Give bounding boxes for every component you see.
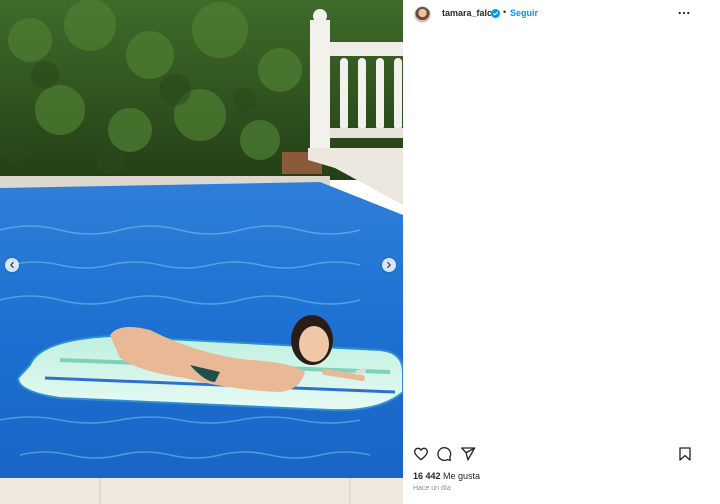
likes-label: Me gusta — [443, 471, 481, 481]
verified-badge-icon — [491, 9, 500, 18]
previous-image-button[interactable] — [5, 258, 19, 272]
username-link[interactable]: tamara_falco — [442, 8, 498, 18]
more-options-button[interactable] — [677, 6, 691, 20]
post-side-panel: tamara_falco • Seguir 16 442 Me gusta Ha… — [403, 0, 720, 504]
post-timestamp[interactable]: Hace un día — [413, 485, 451, 492]
follow-button[interactable]: Seguir — [510, 8, 538, 18]
next-image-button[interactable] — [382, 258, 396, 272]
bookmark-icon — [679, 447, 691, 461]
photo-illustration — [0, 0, 403, 504]
like-button[interactable] — [413, 446, 429, 462]
avatar[interactable] — [414, 6, 431, 23]
share-button[interactable] — [460, 446, 476, 462]
send-icon — [461, 447, 476, 461]
likes-number: 16 442 — [413, 471, 441, 481]
more-options-icon — [678, 11, 690, 15]
header-separator: • — [503, 7, 507, 17]
post-actions-bar — [403, 444, 720, 464]
save-button[interactable] — [677, 446, 693, 462]
comment-button[interactable] — [436, 446, 452, 462]
likes-count[interactable]: 16 442 Me gusta — [413, 471, 480, 481]
chevron-right-icon — [387, 262, 391, 268]
post-header: tamara_falco • Seguir — [403, 0, 720, 28]
comment-icon — [437, 447, 452, 461]
chevron-left-icon — [10, 262, 14, 268]
heart-icon — [414, 447, 428, 461]
post-photo[interactable] — [0, 0, 403, 504]
